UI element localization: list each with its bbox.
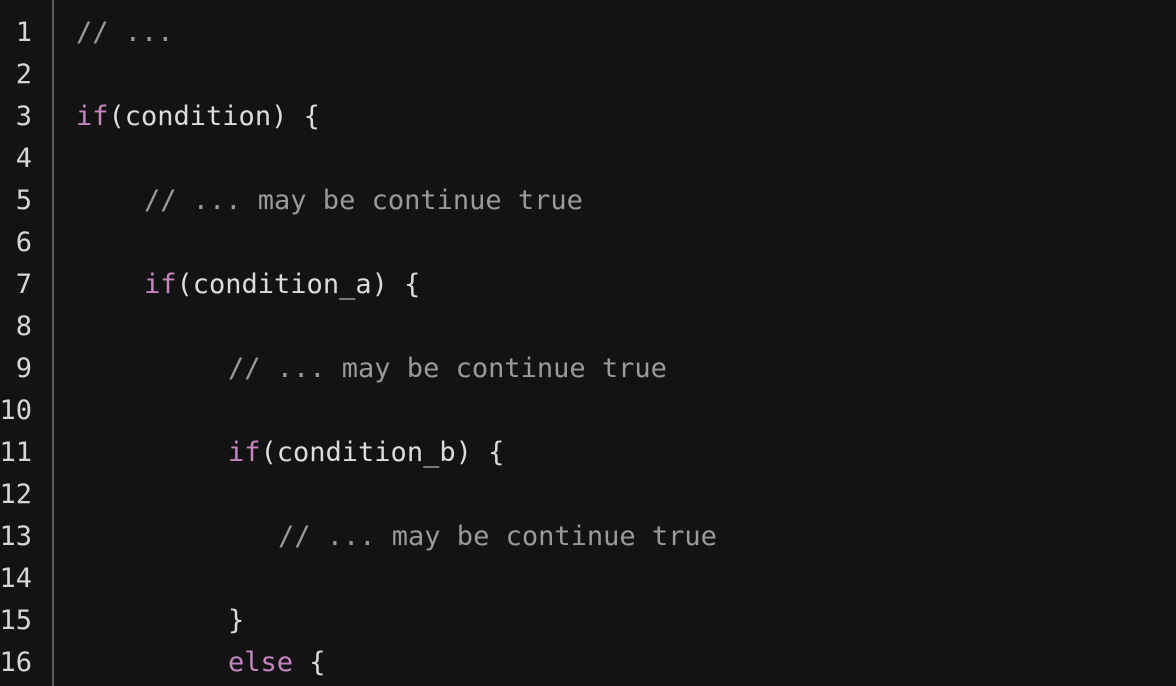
keyword-token: if [228,437,261,468]
code-token: { [293,647,326,678]
line-number: 14 [0,563,32,594]
line-number: 6 [15,227,32,258]
code-line[interactable]: // ... [54,12,1176,54]
line-number: 13 [0,521,32,552]
code-line[interactable]: // ... may be continue true [54,516,1176,558]
code-line[interactable] [54,138,1176,180]
code-line[interactable]: else { [54,642,1176,684]
code-line[interactable]: if(condition_b) { [54,432,1176,474]
code-line[interactable] [54,474,1176,516]
code-line[interactable]: } [54,600,1176,642]
code-editor[interactable]: 1 2 3 4 5 6 7 8 9 10 11 12 13 14 15 16 // ... if(conditi… [0,0,1176,686]
line-number: 11 [0,437,32,468]
code-line-content: // ... may be continue true [278,516,717,558]
keyword-token: else [228,647,294,678]
code-line-content: if(condition_a) { [144,264,420,306]
line-number-gutter: 1 2 3 4 5 6 7 8 9 10 11 12 13 14 15 16 [0,0,54,686]
code-line-content: if(condition_b) { [228,432,504,474]
code-line-content: else { [228,642,326,684]
comment-token: // ... may be continue true [228,353,667,384]
keyword-token: if [76,101,109,132]
line-number: 2 [15,59,32,90]
code-line[interactable] [54,54,1176,96]
code-line-content: // ... may be continue true [228,348,667,390]
comment-token: // ... may be continue true [144,185,583,216]
code-line[interactable] [54,558,1176,600]
code-line[interactable] [54,390,1176,432]
line-number: 3 [15,101,32,132]
code-line-content: } [228,600,244,642]
code-line[interactable] [54,222,1176,264]
code-line[interactable]: if(condition) { [54,96,1176,138]
code-token: (condition_a) { [176,269,421,300]
line-number: 8 [15,311,32,342]
line-number: 5 [15,185,32,216]
code-area[interactable]: // ... if(condition) {// ... may be conti… [54,0,1176,686]
line-number: 15 [0,605,32,636]
line-number: 9 [15,353,32,384]
code-line[interactable]: if(condition_a) { [54,264,1176,306]
code-line-content: if(condition) { [76,96,320,138]
code-token: } [228,605,245,636]
line-number: 10 [0,395,32,426]
comment-token: // ... may be continue true [278,521,717,552]
code-token: (condition) { [108,101,320,132]
code-token: (condition_b) { [260,437,505,468]
keyword-token: if [144,269,177,300]
line-number: 12 [0,479,32,510]
line-number: 7 [15,269,32,300]
line-number: 16 [0,647,32,678]
code-line-content: // ... [76,12,174,54]
code-line[interactable] [54,306,1176,348]
code-line-content: // ... may be continue true [144,180,583,222]
line-number: 4 [15,143,32,174]
code-line[interactable]: // ... may be continue true [54,180,1176,222]
code-line[interactable]: // ... may be continue true [54,348,1176,390]
line-number: 1 [15,17,32,48]
comment-token: // ... [76,17,174,48]
